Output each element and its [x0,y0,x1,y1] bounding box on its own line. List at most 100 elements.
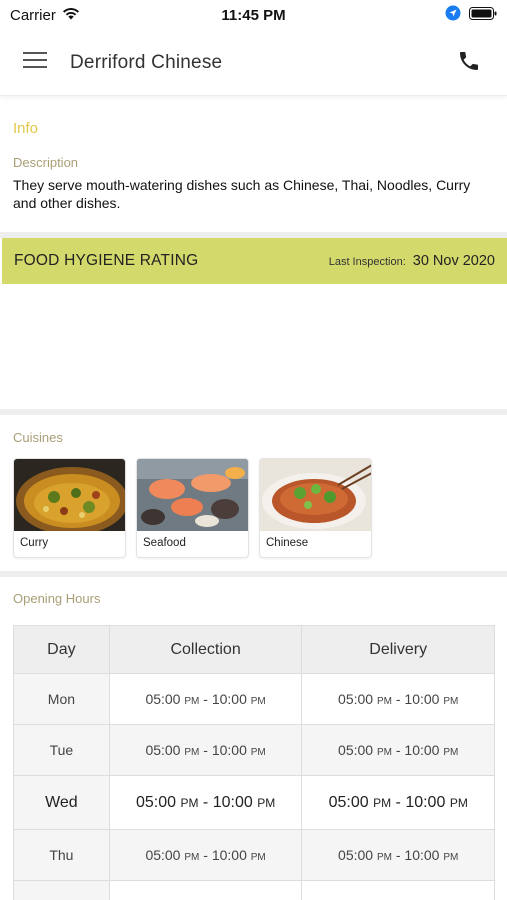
table-row-partial [13,880,495,900]
open-time: 05:00 [338,847,374,863]
separator: - [391,691,405,707]
open-time: 05:00 [338,691,374,707]
section-divider [0,409,507,415]
ampm: PM [376,747,392,758]
column-header-collection: Collection [108,625,303,674]
table-header-row: Day Collection Delivery [13,625,495,674]
close-time: 10:00 [404,742,440,758]
ampm: PM [250,747,266,758]
delivery-hours: 05:00 PM - 10:00 PM [301,829,495,881]
cuisines-label: Cuisines [13,430,63,445]
cuisines-section: Cuisines Curry Seafood Chinese [0,416,507,571]
cuisine-card-seafood[interactable]: Seafood [136,458,249,558]
delivery-hours: 05:00 PM - 10:00 PM [301,775,495,830]
app-header: Derriford Chinese [0,30,507,96]
delivery-hours: 05:00 PM - 10:00 PM [301,673,495,725]
info-heading: Info [13,120,39,137]
table-row: Thu 05:00 PM - 10:00 PM 05:00 PM - 10:00… [13,829,495,881]
location-arrow-icon [445,5,461,25]
separator: - [391,742,405,758]
page-title: Derriford Chinese [70,51,223,73]
close-time: 10:00 [404,847,440,863]
ampm: PM [184,747,200,758]
call-button[interactable] [453,47,485,79]
ampm: PM [443,852,459,863]
column-header-delivery: Delivery [301,625,495,674]
description-label: Description [13,155,79,170]
chinese-image [260,459,371,531]
column-header-day: Day [13,625,110,674]
wifi-icon [62,7,80,24]
ampm: PM [184,696,200,707]
cuisine-card-curry[interactable]: Curry [13,458,126,558]
collection-hours: 05:00 PM - 10:00 PM [108,673,303,725]
ampm: PM [250,696,266,707]
food-hygiene-bar: FOOD HYGIENE RATING Last Inspection: 30 … [2,238,507,284]
battery-icon [469,6,497,24]
open-time: 05:00 [328,793,369,811]
table-row-today: Wed 05:00 PM - 10:00 PM 05:00 PM - 10:00… [13,775,495,830]
seafood-image [137,459,248,531]
day-cell [13,880,110,900]
ampm: PM [376,852,392,863]
delivery-hours [301,880,495,900]
status-bar: Carrier 11:45 PM [0,0,507,30]
ampm: PM [250,852,266,863]
cuisine-name: Curry [20,537,49,549]
collection-hours: 05:00 PM - 10:00 PM [108,724,303,776]
ampm: PM [373,795,392,810]
ampm: PM [443,696,459,707]
close-time: 10:00 [211,691,247,707]
info-section: Info Description They serve mouth-wateri… [0,100,507,230]
separator: - [199,847,212,863]
close-time: 10:00 [212,793,253,811]
separator: - [391,793,406,811]
ampm: PM [449,795,468,810]
separator: - [198,793,213,811]
last-inspection-label: Last Inspection: [328,256,406,268]
cuisine-card-chinese[interactable]: Chinese [259,458,372,558]
hamburger-menu-icon [23,51,47,74]
separator: - [391,847,405,863]
close-time: 10:00 [211,847,247,863]
curry-image [14,459,125,531]
status-left: Carrier [10,7,80,24]
open-time: 05:00 [145,742,181,758]
separator: - [199,691,212,707]
carrier-label: Carrier [10,6,56,24]
collection-hours: 05:00 PM - 10:00 PM [108,829,303,881]
cuisine-list: Curry Seafood Chinese [13,458,494,558]
status-right [445,5,497,25]
ampm: PM [443,747,459,758]
cuisine-name: Seafood [143,537,186,549]
separator: - [199,742,212,758]
hygiene-title: FOOD HYGIENE RATING [14,252,199,269]
close-time: 10:00 [404,691,440,707]
ampm: PM [180,795,199,810]
phone-icon [457,49,481,78]
last-inspection: Last Inspection: 30 Nov 2020 [329,253,495,269]
opening-hours-section: Opening Hours Day Collection Delivery Mo… [0,577,507,900]
day-cell: Mon [13,673,110,725]
open-time: 05:00 [145,847,181,863]
table-row: Tue 05:00 PM - 10:00 PM 05:00 PM - 10:00… [13,724,495,776]
open-time: 05:00 [338,742,374,758]
collection-hours [108,880,303,900]
day-cell: Tue [13,724,110,776]
ampm: PM [257,795,276,810]
delivery-hours: 05:00 PM - 10:00 PM [301,724,495,776]
ampm: PM [376,696,392,707]
close-time: 10:00 [211,742,247,758]
open-time: 05:00 [135,793,177,811]
close-time: 10:00 [405,793,446,811]
menu-button[interactable] [0,30,70,96]
opening-hours-label: Opening Hours [13,591,101,606]
cuisine-name: Chinese [266,537,309,549]
ampm: PM [184,852,200,863]
collection-hours: 05:00 PM - 10:00 PM [108,775,303,830]
description-text: They serve mouth-watering dishes such as… [13,177,471,211]
opening-hours-table: Day Collection Delivery Mon 05:00 PM - 1… [13,625,495,900]
day-cell: Wed [13,775,110,830]
table-row: Mon 05:00 PM - 10:00 PM 05:00 PM - 10:00… [13,673,495,725]
open-time: 05:00 [145,691,181,707]
